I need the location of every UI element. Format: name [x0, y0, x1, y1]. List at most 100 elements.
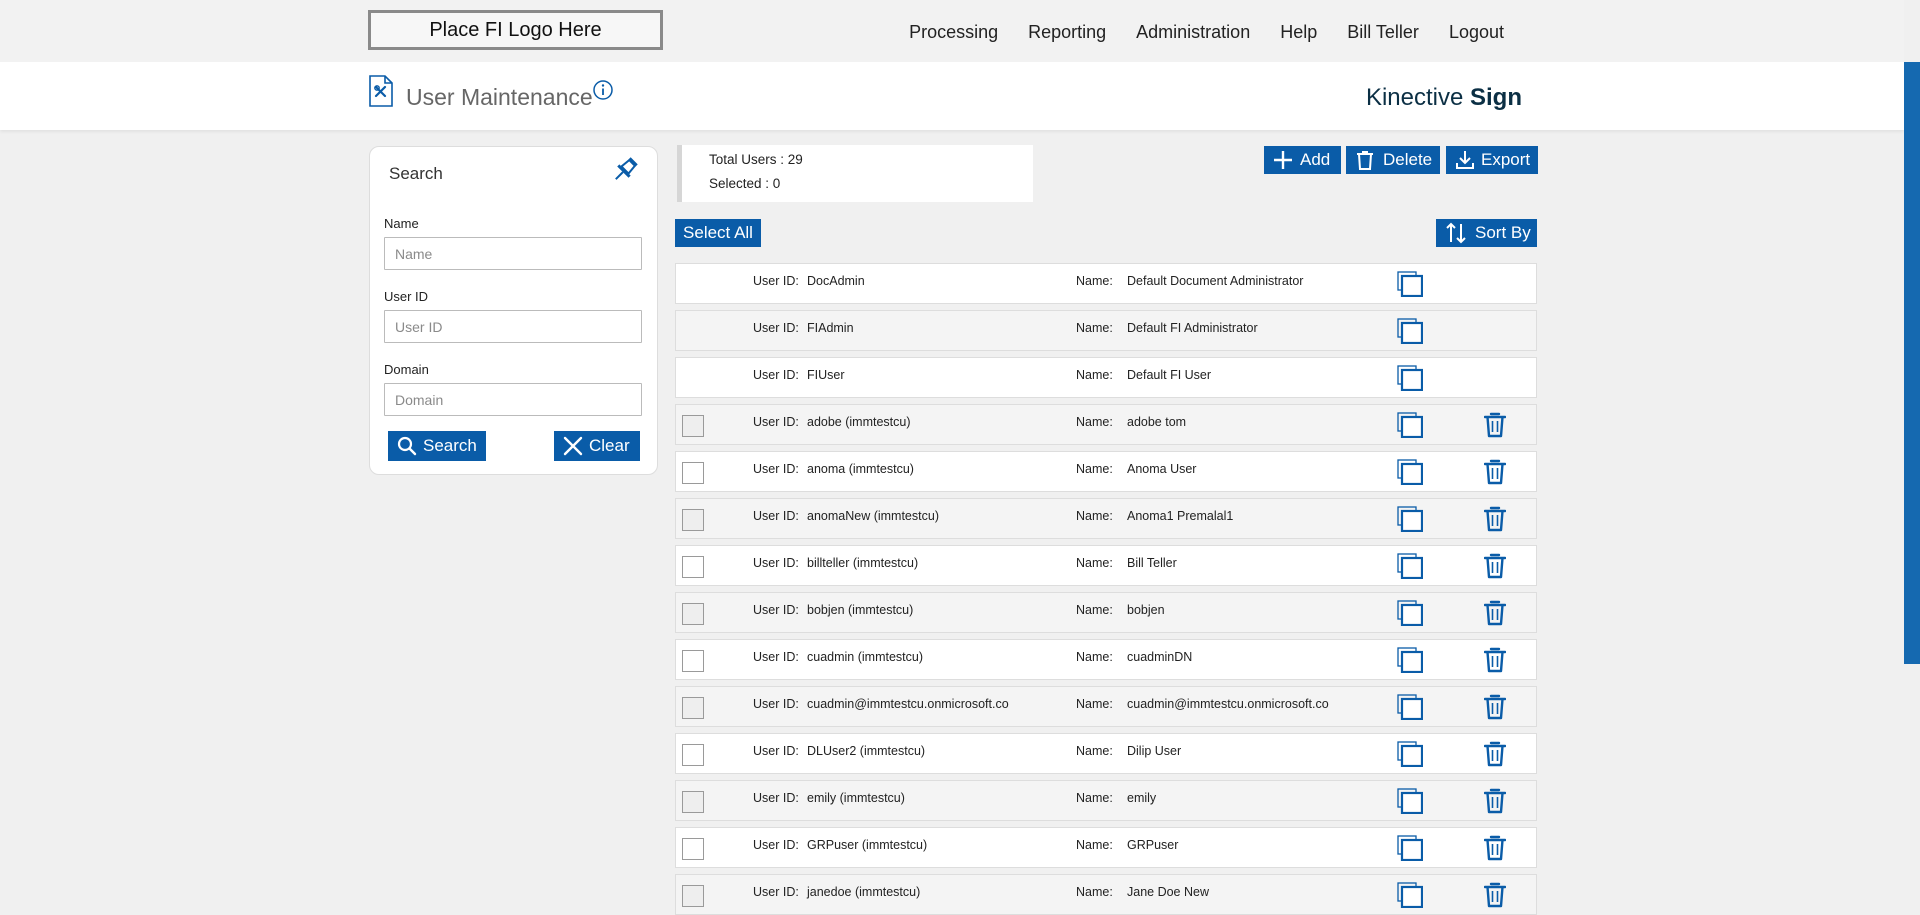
name-input[interactable]	[384, 237, 642, 270]
table-row[interactable]: User ID: emily (immtestcu) Name: emily	[675, 780, 1537, 821]
user-id-key: User ID:	[753, 368, 799, 382]
table-row[interactable]: User ID: anoma (immtestcu) Name: Anoma User	[675, 451, 1537, 492]
copy-icon[interactable]	[1397, 553, 1424, 584]
row-select-checkbox[interactable]	[682, 838, 704, 860]
select-all-button[interactable]: Select All	[675, 219, 761, 247]
user-name-key: Name:	[1076, 838, 1113, 852]
row-select-checkbox[interactable]	[682, 744, 704, 766]
brand-name: Kinective	[1365, 84, 1464, 111]
copy-icon[interactable]	[1397, 318, 1424, 349]
table-row[interactable]: User ID: DocAdmin Name: Default Document Ad…	[675, 263, 1537, 304]
delete-icon[interactable]	[1483, 553, 1507, 584]
user-id-key: User ID:	[753, 838, 799, 852]
user-id-key: User ID:	[753, 321, 799, 335]
nav-reporting[interactable]: Reporting	[1028, 22, 1106, 43]
delete-icon[interactable]	[1483, 835, 1507, 866]
domain-input[interactable]	[384, 383, 642, 416]
delete-icon[interactable]	[1483, 741, 1507, 772]
nav-processing[interactable]: Processing	[909, 22, 998, 43]
user-name-value: Bill Teller	[1127, 556, 1177, 570]
copy-icon[interactable]	[1397, 271, 1424, 302]
copy-icon[interactable]	[1397, 365, 1424, 396]
sort-by-button[interactable]: Sort By	[1436, 219, 1537, 247]
table-row[interactable]: User ID: janedoe (immtestcu) Name: Jane Doe…	[675, 874, 1537, 915]
nav-help[interactable]: Help	[1280, 22, 1317, 43]
trash-icon	[1357, 151, 1373, 170]
user-name-value: cuadmin@immtestcu.onmicrosoft.co	[1127, 697, 1329, 711]
copy-icon[interactable]	[1397, 788, 1424, 819]
page-scrollbar[interactable]	[1904, 62, 1920, 664]
export-users-button[interactable]: Export	[1446, 146, 1538, 174]
user-name-key: Name:	[1076, 650, 1113, 664]
user-name-value: Dilip User	[1127, 744, 1182, 758]
delete-icon[interactable]	[1483, 600, 1507, 631]
user-name-key: Name:	[1076, 321, 1113, 335]
table-row[interactable]: User ID: bobjen (immtestcu) Name: bobjen	[675, 592, 1537, 633]
pin-icon[interactable]	[608, 153, 642, 192]
nav-administration[interactable]: Administration	[1136, 22, 1250, 43]
user-id-key: User ID:	[753, 509, 799, 523]
delete-icon[interactable]	[1483, 788, 1507, 819]
row-select-checkbox[interactable]	[682, 885, 704, 907]
search-button[interactable]: Search	[388, 431, 486, 461]
user-name-value: Jane Doe New	[1127, 885, 1209, 899]
delete-icon[interactable]	[1483, 882, 1507, 913]
search-button-label: Search	[423, 436, 477, 455]
delete-icon[interactable]	[1483, 459, 1507, 490]
user-name-key: Name:	[1076, 885, 1113, 899]
user-id-input[interactable]	[384, 310, 642, 343]
copy-icon[interactable]	[1397, 694, 1424, 725]
copy-icon[interactable]	[1397, 835, 1424, 866]
copy-icon[interactable]	[1397, 882, 1424, 913]
table-row[interactable]: User ID: FIAdmin Name: Default FI Administr…	[675, 310, 1537, 351]
row-select-checkbox[interactable]	[682, 603, 704, 625]
table-row[interactable]: User ID: anomaNew (immtestcu) Name: Anoma1 …	[675, 498, 1537, 539]
user-name-key: Name:	[1076, 556, 1113, 570]
row-select-checkbox[interactable]	[682, 791, 704, 813]
table-row[interactable]: User ID: billteller (immtestcu) Name: Bill …	[675, 545, 1537, 586]
table-row[interactable]: User ID: GRPuser (immtestcu) Name: GRPuser	[675, 827, 1537, 868]
row-select-checkbox[interactable]	[682, 556, 704, 578]
user-id-value: anoma (immtestcu)	[807, 462, 914, 476]
user-id-value: cuadmin (immtestcu)	[807, 650, 923, 664]
fi-logo-placeholder[interactable]: Place FI Logo Here	[368, 10, 663, 50]
info-icon[interactable]	[592, 79, 614, 106]
user-id-value: billteller (immtestcu)	[807, 556, 919, 570]
table-row[interactable]: User ID: FIUser Name: Default FI User	[675, 357, 1537, 398]
user-id-value: cuadmin@immtestcu.onmicrosoft.co	[807, 697, 1009, 711]
nav-logout[interactable]: Logout	[1449, 22, 1504, 43]
row-select-checkbox[interactable]	[682, 415, 704, 437]
brand-product: Sign	[1470, 84, 1522, 111]
user-name-value: bobjen	[1127, 603, 1165, 617]
copy-icon[interactable]	[1397, 412, 1424, 443]
delete-icon[interactable]	[1483, 412, 1507, 443]
copy-icon[interactable]	[1397, 506, 1424, 537]
row-select-checkbox[interactable]	[682, 462, 704, 484]
add-user-button[interactable]: Add	[1264, 146, 1341, 174]
copy-icon[interactable]	[1397, 600, 1424, 631]
table-row[interactable]: User ID: cuadmin (immtestcu) Name: cuadminD…	[675, 639, 1537, 680]
delete-icon[interactable]	[1483, 506, 1507, 537]
user-name-value: adobe tom	[1127, 415, 1187, 429]
user-id-value: FIUser	[807, 368, 845, 382]
user-id-label: User ID	[384, 289, 429, 304]
table-row[interactable]: User ID: adobe (immtestcu) Name: adobe tom	[675, 404, 1537, 445]
copy-icon[interactable]	[1397, 647, 1424, 678]
document-settings-icon	[368, 75, 394, 112]
nav-user-menu[interactable]: Bill Teller	[1347, 22, 1419, 43]
row-select-checkbox[interactable]	[682, 509, 704, 531]
user-name-value: Anoma1 Premalal1	[1127, 509, 1234, 523]
copy-icon[interactable]	[1397, 459, 1424, 490]
row-select-checkbox[interactable]	[682, 650, 704, 672]
row-select-checkbox[interactable]	[682, 697, 704, 719]
table-row[interactable]: User ID: DLUser2 (immtestcu) Name: Dilip Us…	[675, 733, 1537, 774]
clear-button[interactable]: Clear	[554, 431, 640, 461]
table-row[interactable]: User ID: cuadmin@immtestcu.onmicrosoft.co…	[675, 686, 1537, 727]
delete-users-button[interactable]: Delete	[1346, 146, 1440, 174]
user-name-key: Name:	[1076, 603, 1113, 617]
delete-icon[interactable]	[1483, 694, 1507, 725]
user-id-key: User ID:	[753, 556, 799, 570]
copy-icon[interactable]	[1397, 741, 1424, 772]
delete-icon[interactable]	[1483, 647, 1507, 678]
user-name-value: Default FI User	[1127, 368, 1212, 382]
